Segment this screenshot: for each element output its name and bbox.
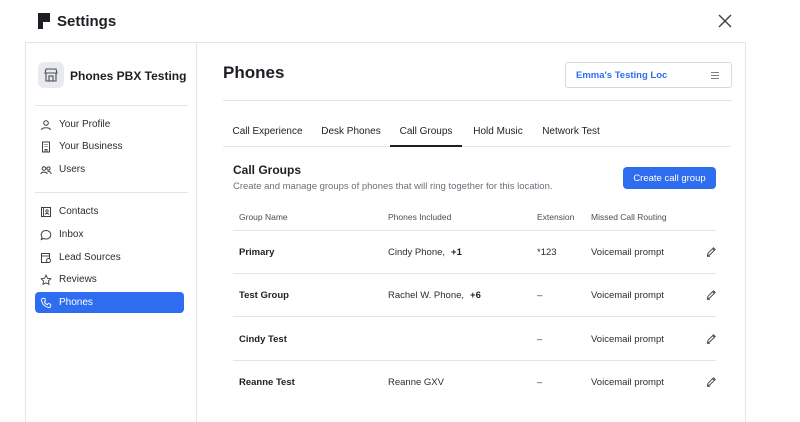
group-name: Cindy Test — [239, 334, 287, 345]
table-row[interactable]: Primary Cindy Phone, +1 *123 Voicemail pr… — [233, 231, 716, 274]
row-divider — [233, 316, 716, 317]
lead-sources-icon — [40, 252, 52, 264]
app-logo-icon — [38, 13, 50, 29]
sidebar-item-phones[interactable]: Phones — [35, 292, 184, 313]
tab-call-experience[interactable]: Call Experience — [223, 124, 312, 147]
app-title: Settings — [57, 13, 117, 30]
edit-pencil-icon[interactable] — [706, 376, 717, 387]
group-name: Test Group — [239, 290, 289, 301]
section-title: Call Groups — [233, 163, 302, 177]
tab-hold-music[interactable]: Hold Music — [470, 124, 526, 147]
location-select[interactable]: Emma's Testing Loc — [565, 62, 732, 88]
contacts-icon — [40, 206, 52, 218]
tab-label: Call Experience — [232, 126, 303, 137]
phones-list: Reanne GXV — [388, 377, 444, 388]
close-icon[interactable] — [716, 12, 734, 30]
top-bar: Settings — [0, 0, 800, 42]
sidebar-item-lead-sources[interactable]: Lead Sources — [35, 247, 184, 268]
edit-pencil-icon[interactable] — [706, 333, 717, 344]
missed-call-routing: Voicemail prompt — [591, 334, 664, 345]
column-header-missed-call-routing: Missed Call Routing — [591, 212, 667, 222]
create-call-group-button[interactable]: Create call group — [623, 167, 716, 189]
tab-label: Hold Music — [473, 126, 523, 137]
phones-included: Reanne GXV — [388, 377, 450, 388]
sidebar-item-label: Reviews — [59, 274, 97, 285]
sidebar-item-inbox[interactable]: Inbox — [35, 224, 184, 245]
group-name: Primary — [239, 247, 275, 258]
extension: *123 — [537, 247, 557, 258]
extension: – — [537, 290, 543, 301]
tab-network-test[interactable]: Network Test — [535, 124, 607, 147]
missed-call-routing: Voicemail prompt — [591, 377, 664, 388]
phones-list: Cindy Phone, — [388, 247, 446, 258]
sidebar-item-label: Phones — [59, 297, 93, 308]
sidebar-item-your-profile[interactable]: Your Profile — [35, 114, 184, 135]
tab-label: Network Test — [542, 126, 600, 137]
phones-more-count: +6 — [470, 290, 481, 301]
edit-pencil-icon[interactable] — [706, 289, 717, 300]
menu-icon — [711, 72, 719, 81]
column-header-group-name: Group Name — [239, 212, 288, 222]
missed-call-routing: Voicemail prompt — [591, 247, 664, 258]
user-icon — [40, 119, 52, 131]
sidebar-item-label: Lead Sources — [59, 252, 121, 263]
storefront-icon — [38, 62, 64, 88]
sidebar-item-users[interactable]: Users — [35, 159, 184, 180]
table-row[interactable]: Test Group Rachel W. Phone, +6 – Voicemai… — [233, 274, 716, 317]
users-icon — [40, 164, 52, 176]
column-header-phones-included: Phones Included — [388, 212, 452, 222]
sidebar-item-label: Inbox — [59, 229, 84, 240]
tab-label: Desk Phones — [321, 126, 381, 137]
edit-pencil-icon[interactable] — [706, 246, 717, 257]
tab-call-groups[interactable]: Call Groups — [390, 124, 462, 147]
phones-list: Rachel W. Phone, — [388, 290, 465, 301]
sidebar-item-contacts[interactable]: Contacts — [35, 201, 184, 222]
page-title: Phones — [223, 63, 285, 82]
building-icon — [40, 141, 52, 153]
table-row[interactable]: Cindy Test – Voicemail prompt — [233, 318, 716, 361]
phones-more-count: +1 — [451, 247, 462, 258]
phones-included: Rachel W. Phone, +6 — [388, 290, 481, 301]
phones-included: Cindy Phone, +1 — [388, 247, 462, 258]
tab-label: Call Groups — [399, 126, 453, 137]
sidebar-item-label: Contacts — [59, 206, 99, 217]
phones-included — [388, 334, 394, 345]
group-name: Reanne Test — [239, 377, 295, 388]
sidebar-item-your-business[interactable]: Your Business — [35, 136, 184, 157]
table-row[interactable]: Reanne Test Reanne GXV – Voicemail promp… — [233, 361, 716, 404]
extension: – — [537, 334, 543, 345]
missed-call-routing: Voicemail prompt — [591, 290, 664, 301]
column-header-extension: Extension — [537, 212, 575, 222]
star-icon — [40, 274, 52, 286]
sidebar-divider — [35, 192, 188, 193]
location-select-value: Emma's Testing Loc — [576, 70, 668, 81]
sidebar-divider — [35, 105, 188, 106]
header-divider — [223, 100, 732, 101]
extension: – — [537, 377, 543, 388]
section-description: Create and manage groups of phones that … — [233, 181, 553, 192]
sidebar-item-label: Your Profile — [59, 119, 111, 130]
business-name: Phones PBX Testing — [70, 69, 187, 83]
tab-bar: Call Experience Desk Phones Call Groups … — [223, 124, 731, 147]
business-switcher[interactable]: Phones PBX Testing — [38, 62, 188, 90]
sidebar-item-reviews[interactable]: Reviews — [35, 269, 184, 290]
sidebar-item-label: Users — [59, 164, 86, 175]
chat-bubble-icon — [40, 229, 52, 241]
phone-icon — [40, 297, 52, 309]
tab-desk-phones[interactable]: Desk Phones — [320, 124, 382, 147]
sidebar-item-label: Your Business — [59, 141, 123, 152]
